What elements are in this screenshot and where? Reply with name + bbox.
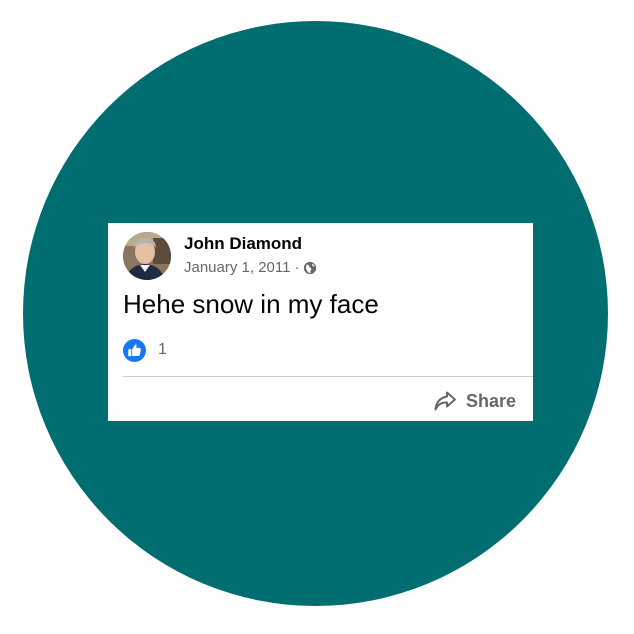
share-icon xyxy=(434,391,456,411)
share-label: Share xyxy=(465,390,516,411)
avatar-photo xyxy=(123,232,171,280)
globe-icon[interactable] xyxy=(303,261,317,275)
avatar[interactable] xyxy=(123,232,171,280)
reaction-count[interactable]: 1 xyxy=(158,341,167,359)
meta-separator: · xyxy=(294,259,300,276)
reactions-summary[interactable]: 1 xyxy=(123,338,167,362)
like-icon xyxy=(123,338,146,362)
author-name[interactable]: John Diamond xyxy=(184,234,302,254)
stage: John Diamond January 1, 2011 · Hehe snow… xyxy=(0,0,634,634)
post-card: John Diamond January 1, 2011 · Hehe snow… xyxy=(108,223,533,421)
share-button[interactable]: Share xyxy=(433,388,516,414)
post-header: John Diamond January 1, 2011 · xyxy=(123,232,521,280)
post-text: Hehe snow in my face xyxy=(123,289,379,319)
post-meta: January 1, 2011 · xyxy=(184,259,317,276)
post-date[interactable]: January 1, 2011 xyxy=(184,259,290,276)
divider xyxy=(123,376,533,377)
